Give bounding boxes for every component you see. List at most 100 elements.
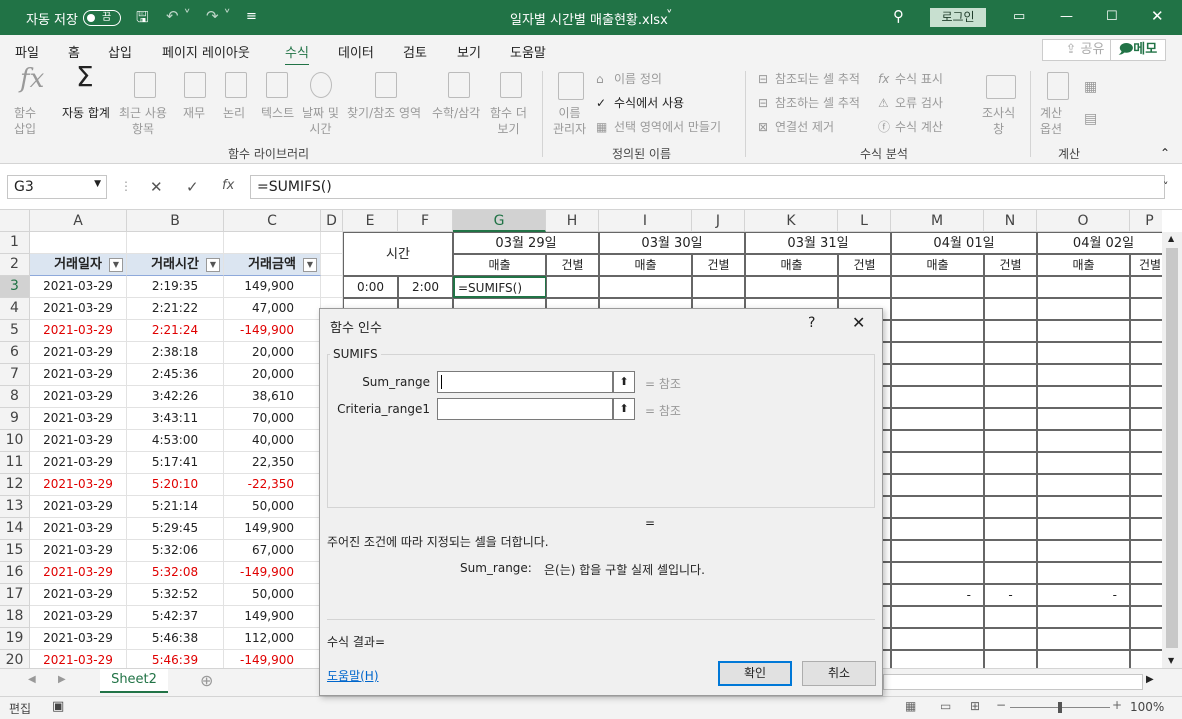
cell[interactable] <box>984 650 1037 668</box>
date-cell[interactable]: 2021-03-29 <box>30 298 127 320</box>
cell[interactable] <box>1130 320 1162 342</box>
date-cell[interactable]: 2021-03-29 <box>30 276 127 298</box>
time-cell[interactable]: 5:20:10 <box>127 474 224 496</box>
amount-cell[interactable]: 112,000 <box>224 628 321 650</box>
cell[interactable] <box>891 320 984 342</box>
time-cell[interactable]: 2:21:24 <box>127 320 224 342</box>
financial-button[interactable]: 재무 <box>183 105 205 121</box>
name-manager-button[interactable]: 이름 관리자 <box>553 105 586 137</box>
cell[interactable] <box>321 232 343 254</box>
sheet-tab[interactable]: Sheet2 <box>100 669 168 693</box>
cell[interactable] <box>1037 276 1130 298</box>
cell[interactable] <box>984 320 1037 342</box>
amount-cell[interactable]: 50,000 <box>224 496 321 518</box>
cell[interactable] <box>984 474 1037 496</box>
cell[interactable] <box>1130 430 1162 452</box>
trace-precedents-button[interactable]: 참조되는 셀 추적 <box>775 71 860 87</box>
zoom-out-icon[interactable]: − <box>996 698 1006 712</box>
row-header[interactable]: 9 <box>0 408 30 430</box>
cell[interactable] <box>1130 408 1162 430</box>
vertical-scrollbar[interactable]: ▲ ▼ <box>1162 232 1182 668</box>
tab-help[interactable]: 도움말 <box>510 42 546 61</box>
date-header[interactable]: 03월 30일 <box>599 232 745 254</box>
column-header-p[interactable]: P <box>1130 210 1162 232</box>
date-cell[interactable]: 2021-03-29 <box>30 474 127 496</box>
amount-cell[interactable]: 22,350 <box>224 452 321 474</box>
cell[interactable] <box>745 276 838 298</box>
cell[interactable] <box>984 430 1037 452</box>
cell[interactable] <box>1037 496 1130 518</box>
lookup-button[interactable]: 찾기/참조 영역 <box>347 105 421 121</box>
count-header[interactable]: 건별 <box>984 254 1037 276</box>
date-cell[interactable]: 2021-03-29 <box>30 584 127 606</box>
logical-button[interactable]: 논리 <box>223 105 245 121</box>
cell[interactable] <box>891 298 984 320</box>
cell[interactable] <box>1130 364 1162 386</box>
date-cell[interactable]: 2021-03-29 <box>30 540 127 562</box>
cell[interactable] <box>891 430 984 452</box>
cell[interactable] <box>321 254 343 276</box>
cell[interactable] <box>891 386 984 408</box>
date-header[interactable]: 03월 29일 <box>453 232 599 254</box>
enter-icon[interactable]: ✓ <box>186 178 199 196</box>
zoom-in-icon[interactable]: + <box>1112 698 1122 712</box>
date-cell[interactable]: 2021-03-29 <box>30 408 127 430</box>
cell[interactable] <box>1130 452 1162 474</box>
macro-icon[interactable]: ▣ <box>52 699 64 714</box>
tab-formulas[interactable]: 수식 <box>285 42 309 67</box>
cell[interactable] <box>1037 540 1130 562</box>
name-box[interactable]: G3 ▼ <box>7 175 107 199</box>
filter-dropdown-icon[interactable]: ▼ <box>109 258 123 272</box>
tab-view[interactable]: 보기 <box>457 42 481 61</box>
cell[interactable] <box>1130 540 1162 562</box>
amount-cell[interactable]: 67,000 <box>224 540 321 562</box>
calc-sheet-icon[interactable]: ▤ <box>1084 111 1097 127</box>
amount-cell[interactable]: 20,000 <box>224 342 321 364</box>
customize-qat-icon[interactable]: ≡ <box>246 9 257 24</box>
time-cell[interactable]: 2:21:22 <box>127 298 224 320</box>
date-cell[interactable]: 2021-03-29 <box>30 386 127 408</box>
date-cell[interactable]: 2021-03-29 <box>30 562 127 584</box>
normal-view-icon[interactable]: ▦ <box>905 699 916 713</box>
show-formulas-button[interactable]: 수식 표시 <box>895 71 943 87</box>
row-header[interactable]: 4 <box>0 298 30 320</box>
cell[interactable]: - <box>1037 584 1130 606</box>
count-header[interactable]: 건별 <box>1130 254 1162 276</box>
column-header-a[interactable]: A <box>30 210 127 232</box>
cell[interactable] <box>224 232 321 254</box>
row-header[interactable]: 3 <box>0 276 30 298</box>
cell[interactable] <box>984 408 1037 430</box>
time-cell[interactable]: 5:21:14 <box>127 496 224 518</box>
collapse-dialog-icon[interactable]: ⬆ <box>613 398 635 420</box>
tab-review[interactable]: 검토 <box>403 42 427 61</box>
row-header[interactable]: 10 <box>0 430 30 452</box>
math-button[interactable]: 수학/삼각 <box>432 105 480 121</box>
row-header[interactable]: 11 <box>0 452 30 474</box>
autosave-toggle[interactable]: 끔 <box>83 10 121 26</box>
cell[interactable] <box>891 364 984 386</box>
cell[interactable] <box>891 562 984 584</box>
column-header-k[interactable]: K <box>745 210 838 232</box>
cell[interactable] <box>891 518 984 540</box>
datetime-button[interactable]: 날짜 및 시간 <box>302 105 339 137</box>
date-cell[interactable]: 2021-03-29 <box>30 628 127 650</box>
column-header-o[interactable]: O <box>1037 210 1130 232</box>
column-header-c[interactable]: C <box>224 210 321 232</box>
column-header-j[interactable]: J <box>692 210 745 232</box>
cancel-button[interactable]: 취소 <box>802 661 876 686</box>
date-cell[interactable]: 2021-03-29 <box>30 518 127 540</box>
cell[interactable] <box>891 408 984 430</box>
amount-cell[interactable]: 40,000 <box>224 430 321 452</box>
cell[interactable] <box>1037 408 1130 430</box>
date-cell[interactable]: 2021-03-29 <box>30 452 127 474</box>
cell[interactable] <box>1130 474 1162 496</box>
cell[interactable] <box>891 540 984 562</box>
collapse-ribbon-icon[interactable]: ⌃ <box>1160 145 1170 161</box>
insert-function-button[interactable]: 함수 삽입 <box>14 105 36 137</box>
close-icon[interactable]: ✕ <box>852 313 865 332</box>
autosum-button[interactable]: 자동 합계 <box>62 105 110 121</box>
time-cell[interactable]: 5:46:38 <box>127 628 224 650</box>
ribbon-display-icon[interactable]: ▭ <box>1013 9 1025 24</box>
cell[interactable] <box>838 276 891 298</box>
expand-formula-icon[interactable]: ˅ <box>1163 180 1169 193</box>
